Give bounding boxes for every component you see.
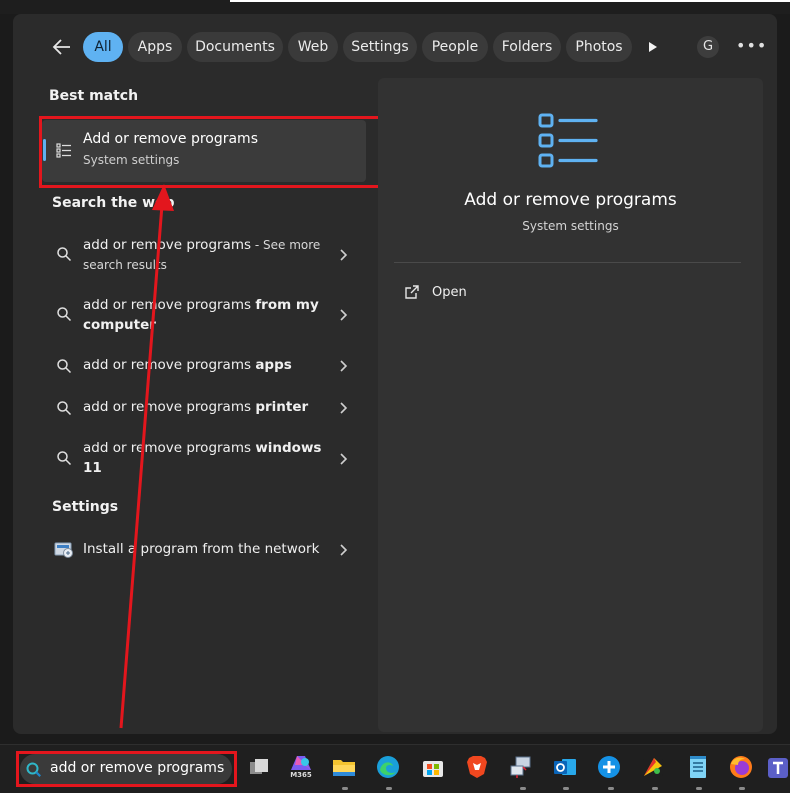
search-icon <box>56 306 72 322</box>
running-indicator <box>563 787 569 790</box>
store-icon[interactable] <box>420 754 446 780</box>
web-result-bold: apps <box>255 357 292 373</box>
top-edge <box>230 0 790 2</box>
paint-app-icon[interactable] <box>640 754 666 780</box>
tab-people[interactable]: People <box>422 32 488 62</box>
plus-app-icon[interactable] <box>596 754 622 780</box>
search-icon <box>56 246 72 262</box>
tab-folders[interactable]: Folders <box>493 32 561 62</box>
web-result-2[interactable]: add or remove programs from my computer <box>42 292 360 338</box>
detail-pane: Add or remove programs System settings O… <box>378 78 763 732</box>
section-best-match: Best match <box>49 88 139 104</box>
section-search-web: Search the web <box>52 195 175 211</box>
web-result-text: add or remove programs <box>83 440 256 456</box>
chevron-right-icon <box>338 308 348 322</box>
web-result-text: add or remove programs <box>83 237 252 253</box>
web-result-line2: 11 <box>83 460 102 476</box>
web-result-bold: printer <box>255 399 309 415</box>
web-result-5[interactable]: add or remove programs windows 11 <box>42 436 360 482</box>
notepad-icon[interactable] <box>685 754 711 780</box>
search-icon <box>56 400 72 416</box>
network-install-icon <box>54 541 74 559</box>
top-strip <box>0 0 790 14</box>
chevron-right-icon <box>338 401 348 415</box>
web-result-line2: search results <box>83 258 167 272</box>
teams-icon[interactable] <box>766 754 790 780</box>
settings-result-text: Install a program from the network <box>83 541 320 557</box>
settings-result-item[interactable]: Install a program from the network <box>42 538 360 562</box>
chevron-right-icon <box>338 248 348 262</box>
open-external-icon[interactable] <box>404 284 420 300</box>
annotation-highlight-best-match <box>39 116 381 188</box>
edge-icon[interactable] <box>375 754 401 780</box>
more-tabs-play-icon[interactable] <box>644 37 662 57</box>
web-result-text: add or remove programs <box>83 297 256 313</box>
task-view-icon[interactable] <box>246 754 272 780</box>
search-icon <box>56 358 72 374</box>
back-arrow-icon[interactable] <box>50 36 74 58</box>
more-options-icon[interactable]: ••• <box>736 36 766 56</box>
section-settings: Settings <box>52 499 119 515</box>
running-indicator <box>739 787 745 790</box>
programs-list-icon <box>538 112 598 170</box>
web-result-line2: computer <box>83 317 156 333</box>
tab-photos[interactable]: Photos <box>566 32 632 62</box>
chevron-right-icon <box>338 452 348 466</box>
web-result-bold: windows <box>255 440 322 456</box>
running-indicator <box>608 787 614 790</box>
detail-title: Add or remove programs <box>464 190 677 210</box>
brave-icon[interactable] <box>464 754 490 780</box>
file-explorer-icon[interactable] <box>331 754 357 780</box>
running-indicator <box>696 787 702 790</box>
tab-all[interactable]: All <box>83 32 123 62</box>
tab-settings[interactable]: Settings <box>343 32 417 62</box>
chevron-right-icon <box>338 543 348 557</box>
web-result-4[interactable]: add or remove programs printer <box>42 396 360 420</box>
outlook-icon[interactable] <box>552 754 578 780</box>
tab-documents[interactable]: Documents <box>187 32 283 62</box>
network-app-icon[interactable] <box>508 754 534 780</box>
chevron-right-icon <box>338 359 348 373</box>
m365-copilot-icon[interactable]: M365 <box>288 754 314 780</box>
detail-subtitle: System settings <box>522 219 619 233</box>
running-indicator <box>652 787 658 790</box>
running-indicator <box>520 787 526 790</box>
web-result-3[interactable]: add or remove programs apps <box>42 354 360 378</box>
running-indicator <box>342 787 348 790</box>
web-result-text: add or remove programs <box>83 357 256 373</box>
detail-divider <box>394 262 741 263</box>
annotation-highlight-search <box>16 751 237 787</box>
web-result-suffix: - See more <box>251 238 321 252</box>
running-indicator <box>386 787 392 790</box>
web-result-text: add or remove programs <box>83 399 256 415</box>
open-action[interactable]: Open <box>432 285 467 300</box>
web-result-1[interactable]: add or remove programs - See more search … <box>42 232 360 278</box>
search-icon <box>56 450 72 466</box>
web-result-bold: from my <box>255 297 319 313</box>
tab-web[interactable]: Web <box>288 32 338 62</box>
tab-apps[interactable]: Apps <box>128 32 182 62</box>
firefox-icon[interactable] <box>728 754 754 780</box>
m365-label: M365 <box>290 771 312 779</box>
account-avatar[interactable]: G <box>697 36 719 58</box>
